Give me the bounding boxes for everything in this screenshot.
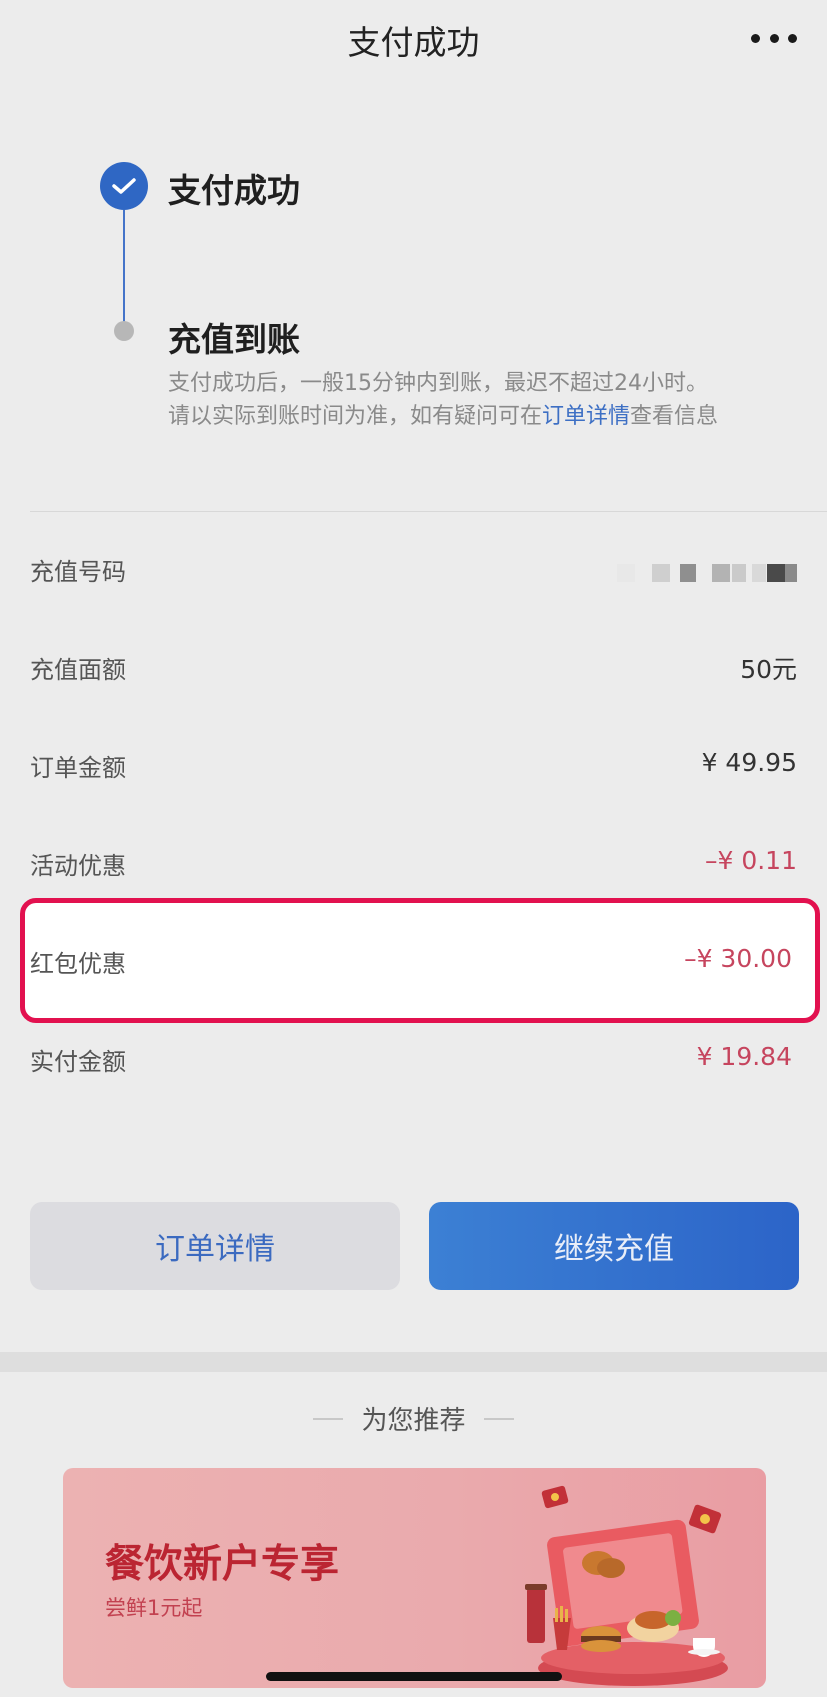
banner-subtitle: 尝鲜1元起 [105, 1596, 203, 1620]
more-dot [769, 33, 779, 43]
order-amount-value: ¥ 49.95 [701, 748, 797, 777]
food-promo-illustration [525, 1485, 728, 1686]
food-promo-banner[interactable]: 餐饮新户专享 尝鲜1元起 [63, 1468, 766, 1688]
desc-suffix: 查看信息 [630, 404, 719, 429]
divider [30, 511, 827, 512]
continue-recharge-button[interactable]: 继续充值 [429, 1202, 799, 1290]
recommend-title: 为您推荐 [361, 1406, 466, 1436]
desc-prefix: 请以实际到账时间为准，如有疑问可在 [168, 404, 543, 429]
redpacket-discount-value: –¥ 30.00 [684, 944, 792, 973]
step-paid-title: 支付成功 [168, 171, 300, 210]
check-icon [100, 162, 148, 210]
home-indicator [266, 1672, 562, 1681]
reco-line-right [483, 1417, 514, 1420]
recommend-header: 为您推荐 [0, 1400, 827, 1437]
step-pending-dot [114, 321, 134, 341]
paid-amount-label: 实付金额 [30, 1048, 126, 1076]
recharge-number-masked [572, 548, 797, 604]
order-detail-link[interactable]: 订单详情 [542, 404, 630, 429]
step-credited-title: 充值到账 [168, 320, 300, 359]
desc-line-1: 支付成功后，一般15分钟内到账，最迟不超过24小时。 [168, 371, 708, 396]
paid-amount-value: ¥ 19.84 [696, 1042, 792, 1071]
order-amount-label: 订单金额 [30, 754, 126, 782]
redpacket-discount-label: 红包优惠 [30, 950, 126, 978]
recharge-number-label: 充值号码 [30, 558, 126, 586]
more-icon[interactable] [751, 28, 797, 48]
more-dot [788, 33, 797, 43]
banner-title: 餐饮新户专享 [105, 1542, 340, 1587]
section-separator [0, 1352, 827, 1372]
page-title: 支付成功 [347, 23, 480, 62]
recharge-amount-label: 充值面额 [30, 656, 126, 684]
step-credited-description: 支付成功后，一般15分钟内到账，最迟不超过24小时。 请以实际到账时间为准，如有… [168, 367, 758, 433]
step-connector [123, 210, 125, 322]
more-dot [751, 33, 760, 43]
promo-discount-value: –¥ 0.11 [704, 846, 797, 875]
reco-line-left [313, 1417, 344, 1420]
recharge-amount-value: 50元 [740, 655, 797, 684]
promo-discount-label: 活动优惠 [30, 852, 126, 880]
order-detail-button[interactable]: 订单详情 [30, 1202, 400, 1290]
desc-line-2: 请以实际到账时间为准，如有疑问可在订单详情查看信息 [168, 400, 758, 433]
